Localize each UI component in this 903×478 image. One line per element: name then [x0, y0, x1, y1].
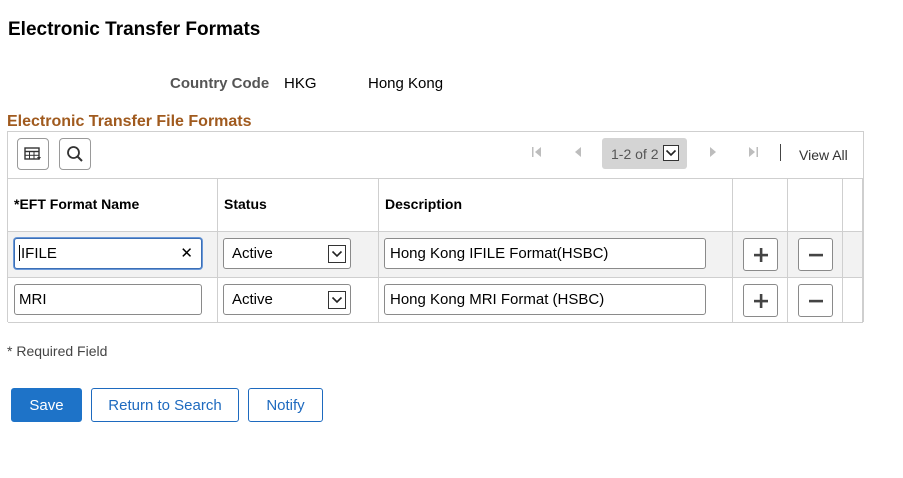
view-all-link[interactable]: View All [799, 147, 848, 163]
status-select[interactable]: Active [223, 238, 351, 269]
chevron-down-icon [328, 291, 346, 309]
column-header-status: Status [218, 179, 379, 232]
status-value: Active [232, 245, 273, 262]
search-icon [67, 146, 83, 162]
chevron-down-icon [328, 245, 346, 263]
toolbar-divider [780, 144, 781, 161]
last-page-icon[interactable] [746, 145, 760, 159]
grid-settings-icon [24, 147, 41, 160]
page-title: Electronic Transfer Formats [8, 19, 261, 40]
country-code-label: Country Code [170, 75, 270, 92]
notify-button[interactable]: Notify [248, 388, 323, 422]
plus-icon [753, 247, 768, 262]
return-to-search-button[interactable]: Return to Search [91, 388, 239, 422]
previous-page-icon[interactable] [571, 145, 585, 159]
description-input[interactable]: Hong Kong IFILE Format(HSBC) [384, 238, 706, 269]
minus-icon [808, 299, 823, 302]
text-caret [19, 245, 20, 261]
table-row: MRI Active Hong Kong MRI Format (HSBC) [8, 277, 863, 323]
table-row: IFILE ✕ Active Hong Kong IFILE Format(HS… [8, 231, 863, 277]
column-header-delete [788, 179, 843, 232]
chevron-down-icon [663, 145, 679, 161]
column-header-description: Description [379, 179, 733, 232]
status-value: Active [232, 291, 273, 308]
add-row-button[interactable] [743, 238, 778, 271]
grid-find-button[interactable] [59, 138, 91, 170]
format-name-value: IFILE [21, 245, 57, 262]
pager-range-dropdown[interactable]: 1-2 of 2 [602, 138, 687, 169]
description-input[interactable]: Hong Kong MRI Format (HSBC) [384, 284, 706, 315]
add-row-button[interactable] [743, 284, 778, 317]
grid-personalize-button[interactable] [17, 138, 49, 170]
clear-icon[interactable]: ✕ [180, 244, 193, 262]
save-button[interactable]: Save [11, 388, 82, 422]
column-header-add [733, 179, 788, 232]
column-header-spacer [843, 179, 863, 232]
grid-toolbar: 1-2 of 2 View All [8, 132, 863, 179]
delete-row-button[interactable] [798, 238, 833, 271]
country-name-value: Hong Kong [368, 75, 444, 92]
column-header-format-name: *EFT Format Name [8, 179, 218, 232]
pager-range-text: 1-2 of 2 [611, 146, 659, 162]
first-page-icon[interactable] [530, 145, 544, 159]
required-field-note: * Required Field [7, 343, 108, 359]
status-select[interactable]: Active [223, 284, 351, 315]
eft-formats-grid: 1-2 of 2 View All *EFT Format Name Statu… [7, 131, 864, 323]
section-title: Electronic Transfer File Formats [7, 113, 252, 130]
country-code-value: HKG [284, 75, 317, 92]
format-name-input[interactable]: MRI [14, 284, 202, 315]
plus-icon [753, 293, 768, 308]
minus-icon [808, 253, 823, 256]
format-name-input[interactable]: IFILE ✕ [14, 238, 202, 269]
delete-row-button[interactable] [798, 284, 833, 317]
next-page-icon[interactable] [706, 145, 720, 159]
